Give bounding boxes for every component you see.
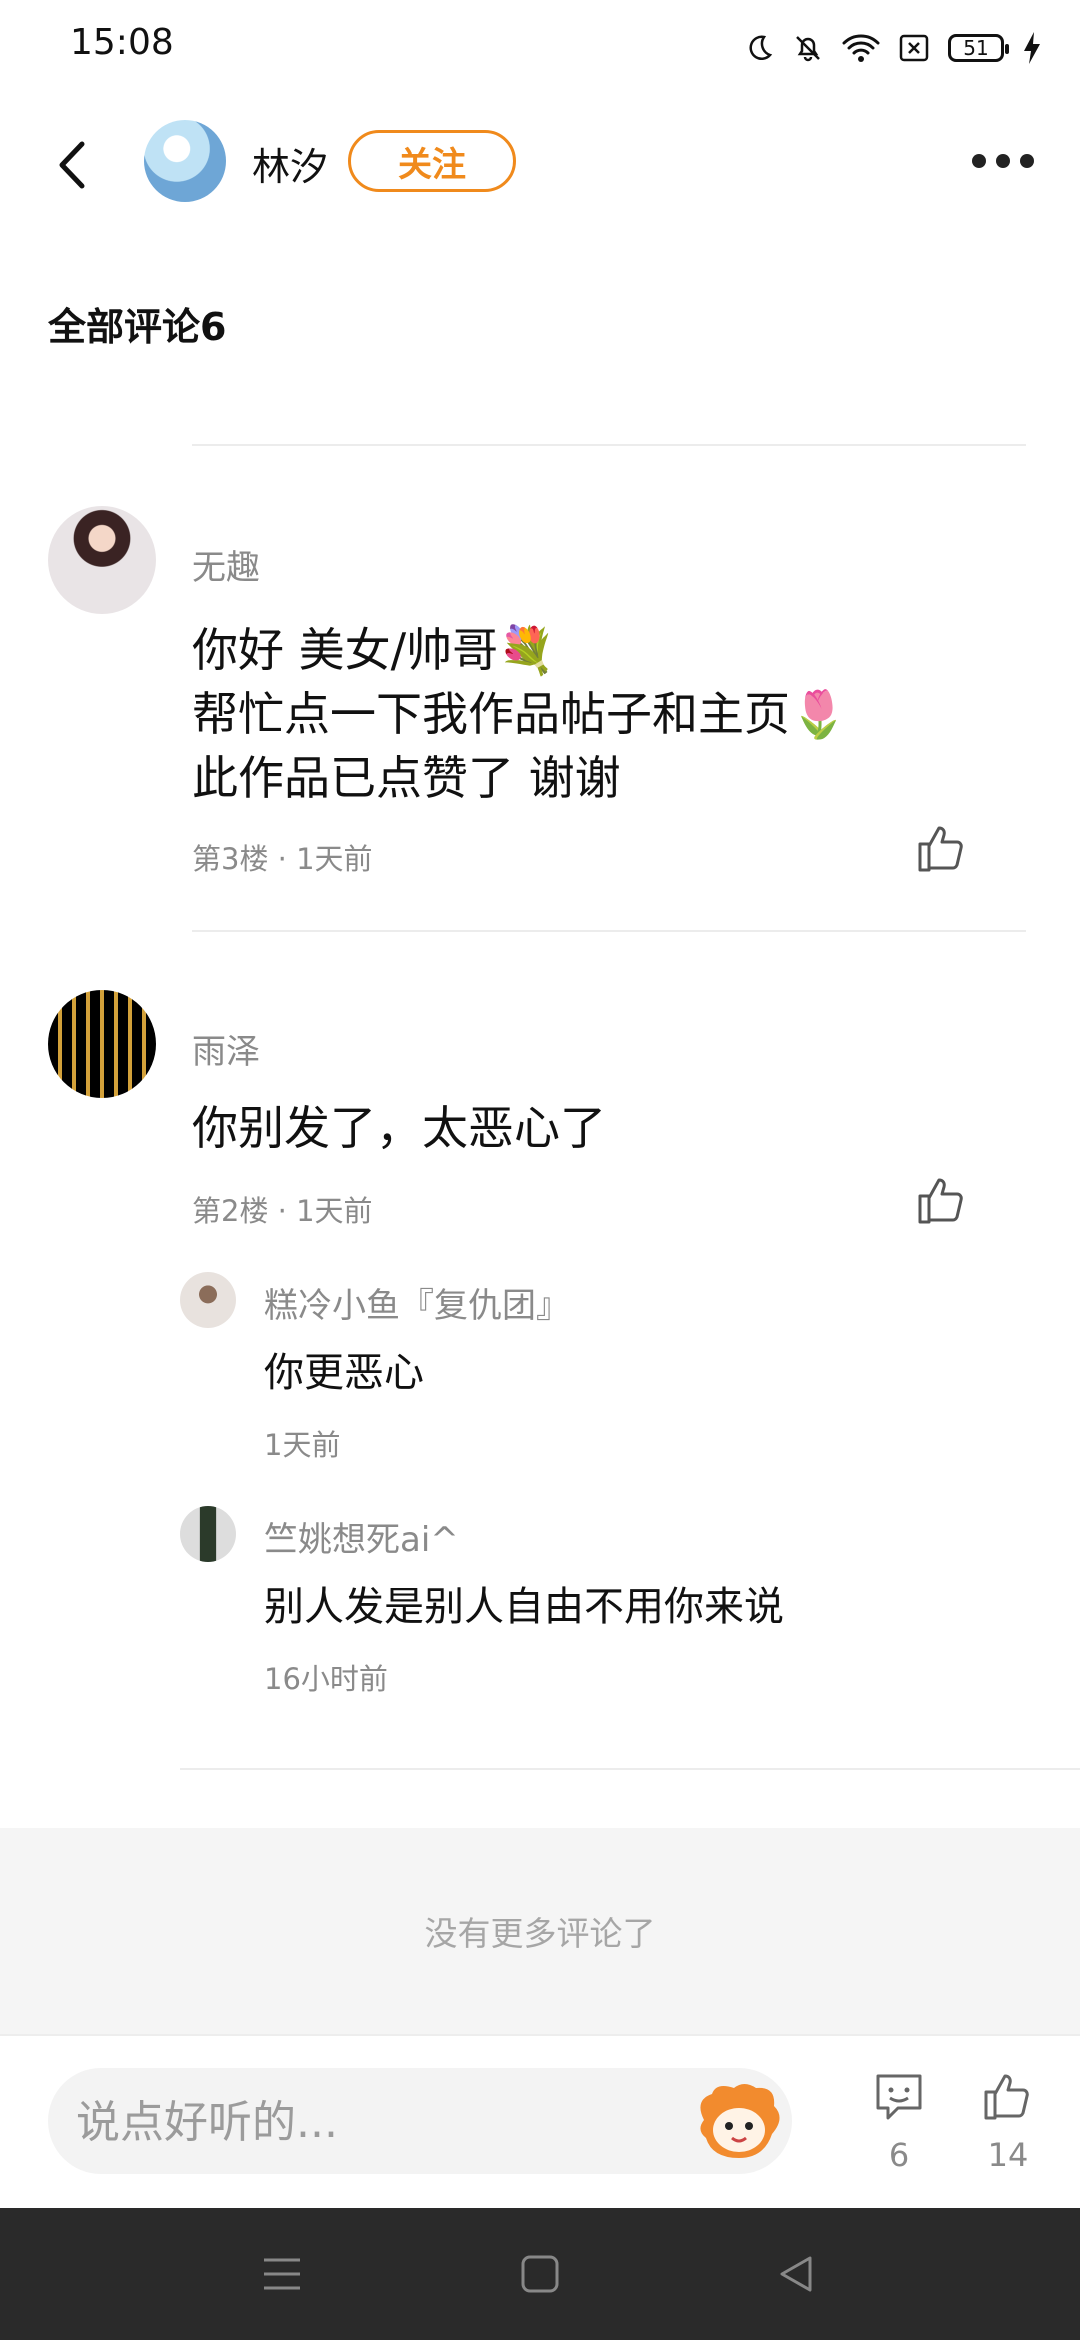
reply-time: 16小时前 (264, 1662, 388, 1696)
reply-time: 1天前 (264, 1428, 341, 1462)
divider (180, 1768, 1080, 1770)
menu-icon[interactable] (262, 2256, 302, 2292)
reply-content: 你更恶心 (264, 1350, 424, 1396)
comment-username[interactable]: 无趣 (192, 540, 260, 589)
comment-time: 1天前 (296, 1194, 373, 1228)
reply-content: 别人发是别人自由不用你来说 (264, 1584, 784, 1630)
reply-avatar[interactable] (180, 1272, 236, 1328)
comment-meta: 第2楼 · 1天前 (192, 1194, 373, 1228)
like-icon[interactable] (914, 1172, 970, 1228)
avatar[interactable] (48, 506, 156, 614)
mascot-sticker-icon[interactable] (694, 2080, 784, 2162)
battery-indicator: 51 (948, 34, 1009, 62)
author-avatar[interactable] (144, 120, 226, 202)
sim-blocked-icon (899, 34, 929, 62)
wifi-icon (842, 34, 880, 62)
reply-avatar[interactable] (180, 1506, 236, 1562)
back-icon[interactable] (778, 2254, 814, 2294)
mute-bell-icon (796, 36, 820, 62)
status-icons: 51 (744, 22, 1042, 74)
comment-count: 6 (888, 2136, 910, 2174)
comment-meta: 第3楼 · 1天前 (192, 842, 373, 876)
comment-icon[interactable] (872, 2070, 926, 2124)
no-more-comments: 没有更多评论了 (0, 1828, 1080, 2034)
comment-floor: 第3楼 (192, 842, 269, 876)
like-count: 14 (987, 2136, 1029, 2174)
comment-input-container[interactable] (48, 2068, 792, 2176)
like-icon[interactable] (980, 2068, 1036, 2124)
comment-line: 帮忙点一下我作品帖子和主页🌷 (192, 687, 848, 741)
home-icon[interactable] (520, 2254, 560, 2294)
like-icon[interactable] (914, 820, 970, 876)
divider (192, 444, 1026, 446)
author-name[interactable]: 林汐 (252, 136, 328, 191)
more-options-icon[interactable] (972, 146, 1042, 176)
moon-icon (749, 35, 773, 60)
comment-input[interactable] (74, 2068, 718, 2176)
comment-line: 你好 美女/帅哥💐 (192, 623, 556, 677)
system-navigation-bar (0, 2208, 1080, 2340)
comment-content: 你别发了，太恶心了 (192, 1101, 606, 1155)
comment-content: 你好 美女/帅哥💐 帮忙点一下我作品帖子和主页🌷 此作品已点赞了 谢谢 (192, 618, 847, 810)
divider (192, 930, 1026, 932)
comment-username[interactable]: 雨泽 (192, 1024, 260, 1073)
comment-time: 1天前 (296, 842, 373, 876)
back-arrow-icon[interactable] (52, 140, 92, 190)
comment-line: 此作品已点赞了 谢谢 (192, 751, 621, 805)
avatar[interactable] (48, 990, 156, 1098)
reply-username[interactable]: 竺姚想死ai^ (264, 1512, 459, 1561)
charging-icon (1024, 32, 1040, 64)
reply-username[interactable]: 糕冷小鱼『复仇团』 (264, 1278, 570, 1327)
comments-section-title: 全部评论6 (48, 305, 227, 349)
comment-floor: 第2楼 (192, 1194, 269, 1228)
status-time: 15:08 (70, 22, 174, 63)
follow-button[interactable]: 关注 (348, 130, 516, 192)
